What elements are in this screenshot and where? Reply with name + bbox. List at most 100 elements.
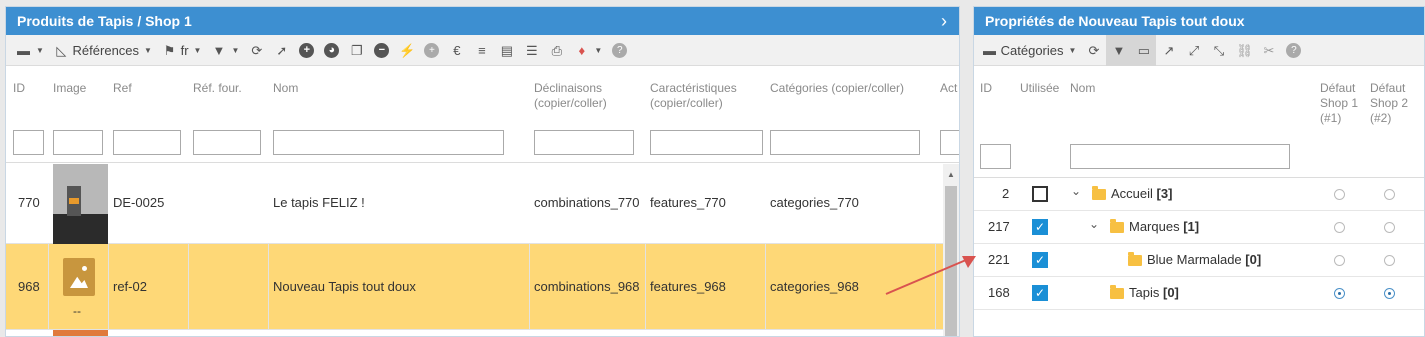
help-button[interactable]: ? [607,35,632,66]
folder-icon: ▬ [983,42,996,58]
image-caption: -- [73,304,81,318]
filter-image-input[interactable] [53,130,103,155]
col-caracteristiques[interactable]: Caractéristiques (copier/coller) [650,81,737,111]
help-button[interactable]: ? [1281,35,1306,66]
col-defaut-shop1-line2: Shop 1 [1320,96,1359,110]
language-menu-button[interactable]: ⚑ fr ▼ [157,35,207,66]
cell-id: 221 [988,252,1010,267]
external-link-icon: ↗ [1163,42,1175,58]
tree-row-tapis[interactable]: 168 ✓ Tapis [0] [974,277,1424,310]
tree-row-accueil[interactable]: 2 ⌄ Accueil [3] [974,178,1424,211]
external-link-button[interactable]: ↗ [1156,35,1181,66]
tree-row-blue-marmalade[interactable]: 221 ✓ Blue Marmalade [0] [974,244,1424,277]
products-toolbar: ▬ ▼ ◺ Références ▼ ⚑ fr ▼ ▼ ▼ ⟳ ➚ + ◕ ❐ − ⚡ … [6,35,959,66]
default-shop2-radio[interactable] [1384,255,1395,266]
default-shop2-radio[interactable] [1384,189,1395,200]
table-row-selected[interactable]: 968 -- ref-02 Nouveau Tapis tout doux co… [6,244,943,330]
premium-button[interactable]: ♦ ▼ [569,35,607,66]
open-folder-button[interactable]: ▭ [1131,34,1157,66]
col-ref-fournisseur[interactable]: Réf. four. [193,81,242,96]
categories-table-header: ID Utilisée Nom Défaut Shop 1 (#1) Défaut S… [974,67,1424,178]
col-id[interactable]: ID [980,81,992,96]
product-thumbnail-image[interactable] [53,164,108,244]
col-image[interactable]: Image [53,81,86,96]
filter-act-input[interactable] [940,130,959,155]
scrollbar-thumb[interactable] [945,186,957,336]
cell-ref: DE-0025 [113,195,165,210]
default-shop1-radio[interactable] [1334,189,1345,200]
used-checkbox-checked[interactable]: ✓ [1032,285,1048,301]
products-panel: Produits de Tapis / Shop 1 › ▬ ▼ ◺ Référe… [5,6,960,337]
refresh-button[interactable]: ⟳ [244,35,269,66]
filter-declinaisons-input[interactable] [534,130,634,155]
col-declinaisons[interactable]: Déclinaisons (copier/coller) [534,81,607,111]
col-declinaisons-line1: Déclinaisons [534,81,603,95]
filter-menu-button[interactable]: ▼ ▼ [206,35,244,66]
link-button[interactable]: ⛓ [1231,35,1256,66]
filter-caracteristiques-input[interactable] [650,130,763,155]
delete-button[interactable]: − [369,35,394,66]
print-button[interactable]: ⎙ [544,35,569,66]
cell-id: 2 [1002,186,1010,201]
col-defaut-shop2-line1: Défaut [1370,81,1406,95]
select-button[interactable]: ➚ [269,35,294,66]
expand-all-button[interactable]: ⤢ [1181,35,1206,66]
references-label: Références [72,42,140,58]
filter-nom-input[interactable] [273,130,504,155]
mass-edit-button[interactable]: ≡ [469,35,494,66]
vertical-scrollbar[interactable]: ▲ [943,164,959,336]
filter-id-input[interactable] [13,130,44,155]
divider [935,244,936,329]
col-utilisee[interactable]: Utilisée [1020,81,1059,96]
refresh-button[interactable]: ⟳ [1081,35,1106,66]
used-checkbox[interactable] [1032,186,1048,202]
used-checkbox-checked[interactable]: ✓ [1032,252,1048,268]
prestashop-button[interactable]: ◕ [319,35,344,66]
products-table-header: ID Image Ref Réf. four. Nom Déclinaisons… [6,67,959,163]
used-checkbox-checked[interactable]: ✓ [1032,219,1048,235]
chevron-down-icon[interactable]: ⌄ [1089,217,1099,231]
cell-caracteristiques: features_770 [650,195,726,210]
categories-menu-button[interactable]: ▬ Catégories ▼ [977,35,1081,66]
add-to-cart-button[interactable]: + [419,35,444,66]
image-placeholder-icon[interactable] [63,258,95,296]
col-nom[interactable]: Nom [1070,81,1095,96]
unlink-button[interactable]: ✂ [1256,35,1281,66]
price-button[interactable]: € [444,35,469,66]
col-defaut-shop1[interactable]: Défaut Shop 1 (#1) [1320,81,1358,126]
scroll-up-icon[interactable]: ▲ [947,170,955,179]
collapse-all-button[interactable]: ⤡ [1206,35,1231,66]
list-button[interactable]: ☰ [519,35,544,66]
default-shop2-radio-selected[interactable] [1384,288,1395,299]
col-id[interactable]: ID [13,81,25,96]
duplicate-button[interactable]: ❐ [344,35,369,66]
table-row[interactable]: 770 DE-0025 Le tapis FELIZ ! combination… [6,164,943,244]
default-shop1-radio[interactable] [1334,255,1345,266]
add-button[interactable]: + [294,35,319,66]
col-defaut-shop2[interactable]: Défaut Shop 2 (#2) [1370,81,1408,126]
col-categories[interactable]: Catégories (copier/coller) [770,81,904,96]
refresh-icon: ⟳ [1088,42,1100,58]
export-csv-button[interactable]: ▤ [494,35,519,66]
col-ref[interactable]: Ref [113,81,132,96]
filter-nom-input[interactable] [1070,144,1290,169]
default-shop1-radio-selected[interactable] [1334,288,1345,299]
filter-ref-four-input[interactable] [193,130,261,155]
col-nom[interactable]: Nom [273,81,298,96]
filter-categories-input[interactable] [770,130,920,155]
tree-label-name: Blue Marmalade [1147,252,1242,267]
default-shop2-radio[interactable] [1384,222,1395,233]
filter-id-input[interactable] [980,144,1011,169]
columns-menu-button[interactable]: ▬ ▼ [11,35,49,66]
tree-row-marques[interactable]: 217 ✓ ⌄ Marques [1] [974,211,1424,244]
printer-icon: ⎙ [551,42,563,58]
filter-toggle-button[interactable]: ▼ [1106,34,1132,66]
default-shop1-radio[interactable] [1334,222,1345,233]
chevron-down-icon[interactable]: ⌄ [1071,184,1081,198]
references-menu-button[interactable]: ◺ Références ▼ [49,35,157,66]
col-act[interactable]: Act [940,81,957,96]
quick-action-button[interactable]: ⚡ [394,35,419,66]
filter-ref-input[interactable] [113,130,181,155]
collapse-chevron-icon[interactable]: › [941,7,947,35]
cell-id: 770 [18,195,40,210]
